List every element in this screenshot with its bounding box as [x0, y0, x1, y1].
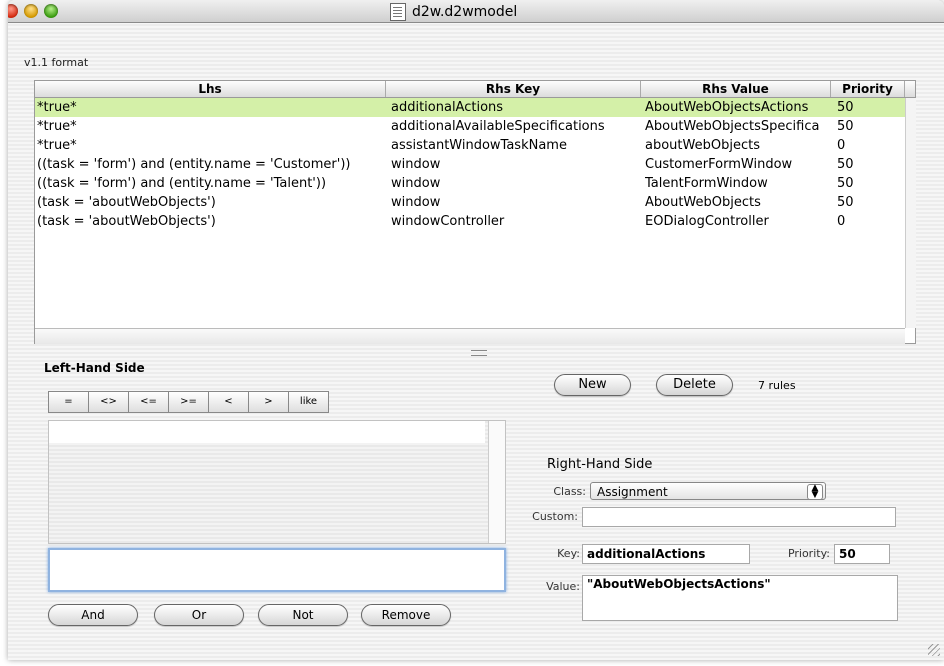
cell-lhs: ((task = 'form') and (entity.name = 'Tal… — [37, 176, 327, 191]
lhs-key-list[interactable] — [48, 420, 506, 544]
custom-field[interactable] — [582, 507, 896, 527]
cell-rhs-value: EODialogController — [645, 214, 769, 229]
cell-rhs-value: TalentFormWindow — [645, 176, 768, 191]
cell-lhs: *true* — [37, 100, 77, 115]
table-horizontal-scrollbar[interactable] — [35, 328, 905, 344]
class-popup[interactable]: Assignment ▲ ▼ — [590, 482, 826, 500]
cell-priority: 0 — [837, 138, 846, 153]
cell-rhs-key: window — [391, 157, 441, 172]
window-title-text: d2w.d2wmodel — [412, 4, 518, 20]
operator-greater-equal-button[interactable]: >= — [168, 391, 209, 413]
cell-rhs-key: windowController — [391, 214, 505, 229]
lhs-section-label: Left-Hand Side — [44, 361, 145, 375]
rhs-section-label: Right-Hand Side — [547, 457, 653, 472]
cell-rhs-value: AboutWebObjectsActions — [645, 100, 809, 115]
format-label: v1.1 format — [24, 56, 89, 69]
resize-grip-icon[interactable] — [928, 644, 940, 656]
cell-lhs: ((task = 'form') and (entity.name = 'Cus… — [37, 157, 351, 172]
column-header-rhs-value[interactable]: Rhs Value — [641, 81, 831, 97]
cell-rhs-key: window — [391, 195, 441, 210]
remove-button[interactable]: Remove — [361, 604, 451, 626]
column-header-rhs-key[interactable]: Rhs Key — [386, 81, 641, 97]
value-label: Value: — [546, 580, 580, 593]
cell-rhs-value: CustomerFormWindow — [645, 157, 793, 172]
window-title: d2w.d2wmodel — [390, 3, 517, 21]
column-header-lhs[interactable]: Lhs — [35, 81, 386, 97]
cell-rhs-key: assistantWindowTaskName — [391, 138, 567, 153]
value-field[interactable]: "AboutWebObjectsActions" — [582, 575, 898, 621]
table-row[interactable]: ((task = 'form') and (entity.name = 'Cus… — [35, 155, 915, 174]
zoom-window-button[interactable] — [44, 4, 58, 18]
priority-field[interactable]: 50 — [834, 544, 890, 564]
cell-lhs: (task = 'aboutWebObjects') — [37, 195, 216, 210]
minimize-window-button[interactable] — [24, 4, 38, 18]
priority-label: Priority: — [787, 547, 830, 560]
cell-lhs: *true* — [37, 119, 77, 134]
cell-priority: 50 — [837, 100, 854, 115]
lhs-qualifier-input[interactable] — [48, 548, 506, 592]
table-header: Lhs Rhs Key Rhs Value Priority — [35, 81, 915, 98]
cell-priority: 50 — [837, 176, 854, 191]
operator-bar: = <> <= >= < > like — [48, 391, 329, 413]
table-vertical-scrollbar[interactable] — [905, 98, 916, 328]
cell-rhs-value: AboutWebObjects — [645, 195, 761, 210]
cell-lhs: *true* — [37, 138, 77, 153]
delete-rule-button[interactable]: Delete — [656, 374, 733, 396]
table-row[interactable]: *true* assistantWindowTaskName aboutWebO… — [35, 136, 915, 155]
or-button[interactable]: Or — [154, 604, 244, 626]
split-view-handle[interactable] — [471, 350, 487, 356]
lhs-list-scrollbar[interactable] — [488, 421, 505, 543]
operator-equals-button[interactable]: = — [48, 391, 89, 413]
and-button[interactable]: And — [48, 604, 138, 626]
table-rows: *true* additionalActions AboutWebObjects… — [35, 98, 915, 231]
column-header-priority[interactable]: Priority — [831, 81, 905, 97]
list-item[interactable] — [49, 421, 485, 443]
table-row[interactable]: *true* additionalAvailableSpecifications… — [35, 117, 915, 136]
cell-lhs: (task = 'aboutWebObjects') — [37, 214, 216, 229]
table-row[interactable]: (task = 'aboutWebObjects') windowControl… — [35, 212, 915, 231]
table-row[interactable]: (task = 'aboutWebObjects') window AboutW… — [35, 193, 915, 212]
close-window-button[interactable] — [8, 4, 18, 18]
document-icon — [390, 3, 406, 21]
cell-rhs-key: window — [391, 176, 441, 191]
cell-priority: 50 — [837, 157, 854, 172]
operator-less-equal-button[interactable]: <= — [128, 391, 169, 413]
cell-rhs-value: aboutWebObjects — [645, 138, 760, 153]
new-rule-button[interactable]: New — [554, 374, 631, 396]
rules-table[interactable]: Lhs Rhs Key Rhs Value Priority *true* ad… — [34, 80, 916, 344]
cell-rhs-value: AboutWebObjectsSpecifica — [645, 119, 820, 134]
rule-count: 7 rules — [758, 379, 796, 392]
cell-priority: 0 — [837, 214, 846, 229]
cell-rhs-key: additionalActions — [391, 100, 504, 115]
operator-greater-than-button[interactable]: > — [248, 391, 289, 413]
class-label: Class: — [553, 485, 586, 498]
operator-not-equal-button[interactable]: <> — [88, 391, 129, 413]
table-row[interactable]: ((task = 'form') and (entity.name = 'Tal… — [35, 174, 915, 193]
cell-priority: 50 — [837, 195, 854, 210]
class-popup-value: Assignment — [597, 485, 668, 499]
not-button[interactable]: Not — [258, 604, 348, 626]
title-bar[interactable]: d2w.d2wmodel — [8, 0, 944, 23]
cell-priority: 50 — [837, 119, 854, 134]
operator-less-than-button[interactable]: < — [208, 391, 249, 413]
table-row[interactable]: *true* additionalActions AboutWebObjects… — [35, 98, 915, 117]
key-label: Key: — [557, 547, 580, 560]
cell-rhs-key: additionalAvailableSpecifications — [391, 119, 605, 134]
operator-like-button[interactable]: like — [288, 391, 329, 413]
app-window: d2w.d2wmodel v1.1 format Lhs Rhs Key Rhs… — [8, 0, 944, 660]
key-field[interactable]: additionalActions — [582, 544, 750, 564]
custom-label: Custom: — [532, 510, 578, 523]
popup-arrows-icon: ▲ ▼ — [807, 484, 823, 500]
